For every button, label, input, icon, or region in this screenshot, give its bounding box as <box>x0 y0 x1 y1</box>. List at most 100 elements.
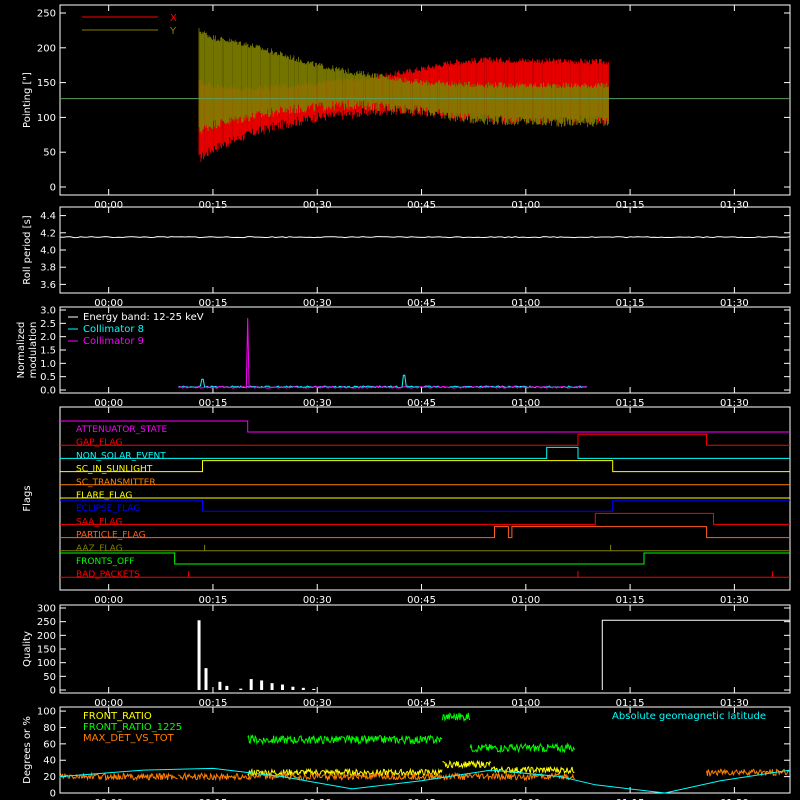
rhessi-quicklook-chart: 00:00 00:15 00:30 00:45 01:00 01:15 01:30 Point… <box>16 4 791 800</box>
x-tick-label: 00:30 <box>303 595 332 606</box>
y-tick-label: 150 <box>37 645 56 656</box>
flag-trace <box>60 420 790 433</box>
x-tick-label: 01:15 <box>616 595 645 606</box>
flag-label: BAD_PACKETS <box>76 570 140 580</box>
flag-label: PARTICLE_FLAG <box>76 531 146 541</box>
legend-label: Collimator 8 <box>83 324 144 335</box>
x-tick-label: 01:00 <box>511 595 540 606</box>
quality-bar <box>225 685 229 690</box>
series-collimator-9 <box>178 317 588 389</box>
quality-bar <box>270 683 274 690</box>
y-axis-label: modulation <box>28 322 39 379</box>
y-axis-label: Degrees or % <box>22 716 33 784</box>
series-collimator-8 <box>178 374 588 389</box>
y-tick-label: 50 <box>43 672 56 683</box>
legend-title: Energy band: 12-25 keV <box>83 312 204 323</box>
flag-label: NON_SOLAR_EVENT <box>76 451 166 461</box>
y-tick-label: 250 <box>37 9 56 20</box>
quality-bar <box>280 684 284 690</box>
legend-label: Collimator 9 <box>83 336 144 347</box>
flag-trace <box>60 512 790 525</box>
flag-trace <box>60 460 790 473</box>
quality-bar <box>291 686 295 690</box>
y-tick-label: 200 <box>37 631 56 642</box>
flag-label: AAZ_FLAG <box>76 544 123 554</box>
y-tick-label: 60 <box>43 739 56 750</box>
legend-label: MAX_DET_VS_TOT <box>83 733 175 744</box>
y-axis-label: Flags <box>22 485 33 511</box>
y-axis-label: Quality <box>22 631 33 667</box>
panel-5: 00:00 00:15 00:30 00:45 01:00 01:15 01:30Quali… <box>22 604 791 709</box>
flag-label: SC_TRANSMITTER <box>76 478 156 488</box>
y-tick-label: 4.4 <box>40 211 56 222</box>
legend-label-y: Y <box>169 26 177 37</box>
flag-trace <box>60 446 790 459</box>
y-tick-label: 3.6 <box>40 280 56 291</box>
y-tick-label: 0 <box>50 686 56 697</box>
panel-3: 00:00 00:15 00:30 00:45 01:00 01:15 01:30Norma… <box>16 306 791 409</box>
flag-trace <box>60 499 790 512</box>
y-tick-label: 2.0 <box>40 332 56 343</box>
y-axis-label: Normalized <box>16 322 27 379</box>
legend-label-right: Absolute geomagnetic latitude <box>612 711 766 722</box>
panel-frame <box>59 206 791 294</box>
legend-label: FRONT_RATIO_1225 <box>83 722 182 733</box>
y-tick-label: 2.5 <box>40 319 56 330</box>
y-axis-label: Pointing ["] <box>22 72 33 128</box>
quality-bar <box>260 680 264 690</box>
quality-bar <box>301 687 305 690</box>
y-tick-label: 1.5 <box>40 346 56 357</box>
y-tick-label: 150 <box>37 78 56 89</box>
y-tick-label: 300 <box>37 604 56 615</box>
quality-bar <box>312 688 316 690</box>
panel-1: 00:00 00:15 00:30 00:45 01:00 01:15 01:30Point… <box>22 4 791 211</box>
flag-label: GAP_FLAG <box>76 438 122 448</box>
y-tick-label: 40 <box>43 756 56 767</box>
flag-label: FRONTS_OFF <box>76 557 134 567</box>
flag-trace <box>60 526 790 539</box>
flag-label: FLARE_FLAG <box>76 491 132 501</box>
y-axis-label: Roll period [s] <box>22 215 33 284</box>
quality-bar <box>197 620 201 690</box>
flag-label: ATTENUATOR_STATE <box>76 425 168 435</box>
flag-label: SC_IN_SUNLIGHT <box>76 465 153 475</box>
y-tick-label: 0 <box>50 183 56 194</box>
y-tick-label: 3.0 <box>40 306 56 317</box>
x-tick-label: 00:45 <box>407 595 436 606</box>
quality-bar <box>204 668 208 690</box>
quality-bar <box>218 681 222 690</box>
flag-trace <box>60 433 790 446</box>
panel-4: 00:00 00:15 00:30 00:45 01:00 01:15 01:30 Flags… <box>22 406 791 606</box>
y-tick-label: 100 <box>37 658 56 669</box>
x-tick-label: 00:15 <box>199 595 228 606</box>
x-tick-label: 01:30 <box>720 595 749 606</box>
flag-trace <box>60 552 790 565</box>
y-tick-label: 80 <box>43 723 56 734</box>
y-tick-label: 1.0 <box>40 359 56 370</box>
roll-period-line <box>59 236 791 239</box>
panel-6: 00:0000:1500:3000:4501:0001:1501:30Degre… <box>22 706 791 800</box>
y-tick-label: 100 <box>37 707 56 718</box>
quality-bar <box>239 688 243 690</box>
y-tick-label: 0 <box>50 789 56 800</box>
flag-label: ECLIPSE_FLAG <box>76 504 140 514</box>
quality-high-trace <box>601 619 790 690</box>
y-tick-label: 3.8 <box>40 263 56 274</box>
y-tick-label: 100 <box>37 113 56 124</box>
series-front-ratio-1225 <box>247 711 575 754</box>
y-tick-label: 4.0 <box>40 246 56 257</box>
y-tick-label: 250 <box>37 617 56 628</box>
y-tick-label: 0.0 <box>40 386 56 397</box>
panel-2: 00:00 00:15 00:30 00:45 01:00 01:15 01:30Roll … <box>22 206 791 309</box>
quality-bar <box>249 679 253 690</box>
legend-label-x: X <box>170 13 177 24</box>
y-tick-label: 0.5 <box>40 372 56 383</box>
x-tick-label: 00:00 <box>94 595 123 606</box>
panel-frame <box>59 604 791 694</box>
y-tick-label: 50 <box>43 148 56 159</box>
y-tick-label: 4.2 <box>40 228 56 239</box>
y-tick-label: 200 <box>37 43 56 54</box>
flag-label: SAA_FLAG <box>76 517 122 527</box>
legend-label: FRONT_RATIO <box>83 711 152 722</box>
y-tick-label: 20 <box>43 772 56 783</box>
